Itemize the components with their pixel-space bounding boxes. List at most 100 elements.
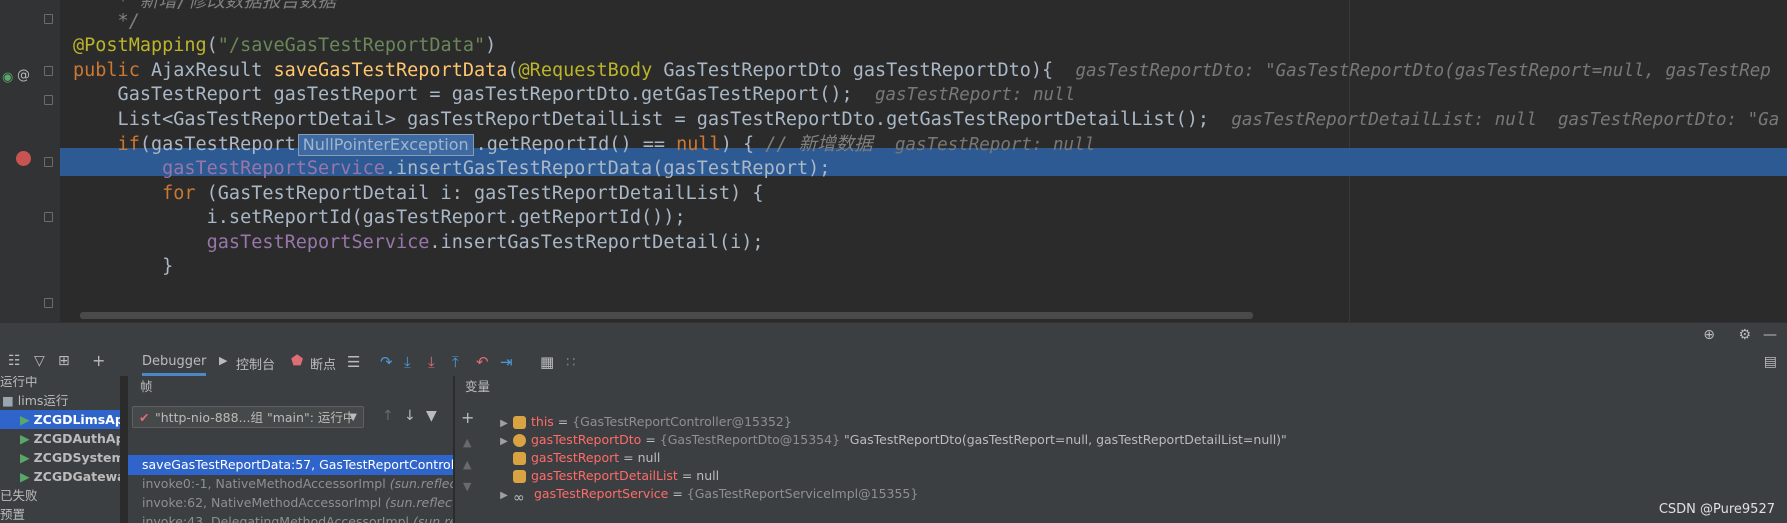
code-line[interactable]: GasTestReport gasTestReport = gasTestRep… [73,81,1076,109]
variable-row[interactable]: ▶ gasTestReportDto = {GasTestReportDto@15… [495,430,1287,450]
down-arrow-icon[interactable]: ↓ [404,408,416,424]
up-arrow-icon[interactable]: ↑ [382,408,394,424]
run-item[interactable]: 预置 [0,505,112,523]
target-icon[interactable]: ⊕ [1703,327,1715,343]
fold-marker[interactable] [44,212,53,222]
tab-debugger[interactable]: Debugger [142,354,207,376]
frames-panel[interactable]: 帧 ✔ "http-nio-888...组 "main": 运行中 ▼ ↑ ↓ … [128,376,453,523]
variable-row[interactable]: gasTestReport = null [495,448,660,468]
code-line[interactable]: gasTestReportService.insertGasTestReport… [73,229,764,257]
fold-marker[interactable] [44,157,53,167]
move-up-icon[interactable]: ▲ [463,436,471,449]
variable-row[interactable]: ▶ this = {GasTestReportController@15352} [495,412,792,432]
layout-icon[interactable]: ☷ [8,353,21,369]
code-line[interactable]: @PostMapping("/saveGasTestReportData") [73,32,496,60]
code-line[interactable]: gasTestReportService.insertGasTestReport… [73,155,830,183]
variable-reference: {GasTestReportDto@15354} [659,432,841,447]
spring-endpoint-icon[interactable]: ◉ [2,70,13,85]
run-item[interactable]: 运行中 [0,376,112,391]
watch-icon: ∞ [513,490,525,506]
trace-icon[interactable]: ∷ [566,353,576,371]
watermark: CSDN @Pure9527 [1658,502,1775,517]
code-token: */ [73,11,140,32]
step-out-icon[interactable]: ⤒ [452,353,459,371]
run-item-label: 预置 [0,507,26,522]
inline-value-hint: gasTestReport: null [874,85,1076,105]
variable-name: gasTestReport [531,450,620,465]
code-token: saveGasTestReportData [273,60,508,81]
chevron-down-icon: ▼ [349,412,357,423]
equals-sign: = [641,432,660,447]
pin-tab-icon[interactable]: ⊞ [58,353,70,369]
filter-frames-icon[interactable]: ▼ [426,408,437,424]
variables-panel[interactable]: 变量 + ▲ ▲ ▼ ▶ this = {GasTestReportControl… [455,376,1787,523]
stack-frame[interactable]: saveGasTestReportData:57, GasTestReportC… [128,455,453,475]
editor-gutter: ◉ @ [0,0,60,322]
run-item-label: ZCGDAuthAppli [33,431,120,446]
filter-icon[interactable]: ▽ [34,353,45,369]
run-item-label: ZCGDGatewayA [33,469,120,484]
variable-value: null [696,468,720,483]
code-line[interactable]: } [73,253,173,281]
field-icon [513,416,526,429]
layout-settings-icon[interactable]: ▤ [1764,354,1777,370]
variable-name: gasTestReportDto [531,432,642,447]
menu-icon[interactable]: ☰ [347,353,360,371]
drop-frame-icon[interactable]: ↶ [476,353,489,371]
run-item[interactable]: ▶ ZCGDGatewayA [0,467,120,486]
code-line[interactable]: List<GasTestReportDetail> gasTestReportD… [73,106,1780,134]
force-step-into-icon[interactable]: ⤓ [428,353,435,371]
frame-method: invoke:62, NativeMethodAccessorImpl [142,495,386,510]
code-token: i.setReportId(gasTestReport.getReportId(… [73,207,686,228]
variable-name: this [531,414,554,429]
code-token: public [73,60,151,81]
evaluate-expression-icon[interactable]: ▦ [540,353,554,371]
step-into-icon[interactable]: ⤓ [404,353,411,371]
frame-package: (sun.refle [413,514,453,523]
horizontal-scrollbar[interactable] [80,312,1253,319]
console-icon: ▶ [219,354,228,367]
fold-marker[interactable] [44,298,53,308]
move-down-icon[interactable]: ▼ [463,480,471,493]
add-icon[interactable]: + [92,351,105,370]
run-item-label: lims运行 [17,393,69,408]
breakpoint-icon[interactable] [16,151,31,166]
expand-arrow-icon[interactable]: ▶ [495,486,513,506]
run-item[interactable]: ▶ ZCGDSystemAp [0,448,120,467]
code-token: .insertGasTestReportDetail(i); [429,232,764,253]
gear-icon[interactable]: ⚙ [1738,327,1751,343]
code-editor[interactable]: ◉ @ * 新增/修改数据报告数据 */@PostMapping("/saveG… [0,0,1787,322]
fold-marker[interactable] [44,14,53,24]
tab-breakpoints[interactable]: 断点 [310,354,336,373]
code-token: GasTestReport gasTestReport = gasTestRep… [73,84,875,105]
move-down-icon[interactable]: ▲ [463,458,471,471]
run-item[interactable]: ▶ ZCGDAuthAppli [0,429,120,448]
thread-selector[interactable]: ✔ "http-nio-888...组 "main": 运行中 ▼ [132,406,364,428]
run-item[interactable]: ■ lims运行 [0,391,114,410]
code-token: ) { [720,134,766,155]
code-token: null [676,134,721,155]
code-line[interactable]: i.setReportId(gasTestReport.getReportId(… [73,204,686,232]
run-to-cursor-icon[interactable]: ⇥ [500,353,513,371]
tab-console[interactable]: 控制台 [236,354,275,373]
step-over-icon[interactable]: ↷ [380,353,393,371]
add-watch-icon[interactable]: + [461,408,474,427]
run-app-icon: ▶ [20,469,34,484]
code-token: @PostMapping [73,35,207,56]
code-token: GasTestReportDto gasTestReportDto){ [663,60,1076,81]
code-token: "/saveGasTestReportData" [217,35,486,56]
equals-sign: = [553,414,573,429]
inline-value-hint: gasTestReportDto: "GasTestReportDto(gasT… [1075,61,1771,81]
fold-marker[interactable] [44,95,53,105]
run-item[interactable]: ▶ ZCGDLimsAppl [0,410,120,429]
fold-marker[interactable] [44,66,53,76]
annotation-at-icon[interactable]: @ [17,68,30,83]
services-run-panel[interactable]: 运行中■ lims运行▶ ZCGDLimsAppl▶ ZCGDAuthAppli… [0,376,120,523]
variable-row[interactable]: gasTestReportDetailList = null [495,466,719,486]
stack-frame[interactable]: invoke0:-1, NativeMethodAccessorImpl (su… [128,474,453,494]
stack-frame[interactable]: invoke:62, NativeMethodAccessorImpl (sun… [128,493,453,513]
run-item[interactable]: 已失败 [0,486,112,505]
stack-frame[interactable]: invoke:43, DelegatingMethodAccessorImpl … [128,512,453,523]
minimize-icon[interactable]: — [1763,327,1777,343]
variable-row[interactable]: ▶ ∞ gasTestReportService = {GasTestReportS… [495,484,918,506]
